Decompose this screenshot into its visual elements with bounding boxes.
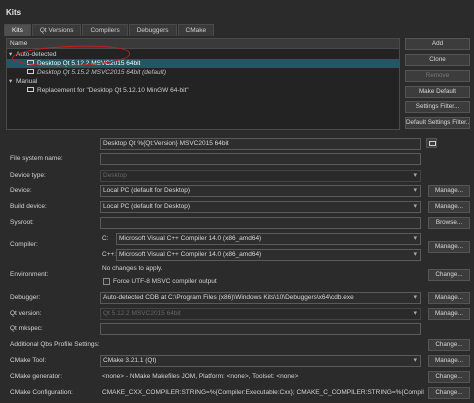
monitor-icon — [27, 68, 34, 74]
compiler-c-label: C: — [102, 235, 109, 242]
add-button[interactable]: Add — [405, 38, 470, 50]
cmake-tool-label: CMake Tool: — [10, 357, 47, 364]
tab-qt-versions[interactable]: Qt Versions — [31, 24, 82, 36]
build-device-combo[interactable]: Local PC (default for Desktop) — [100, 201, 421, 213]
kit-icon-button[interactable] — [426, 138, 437, 148]
kit-name-input[interactable]: Desktop Qt %{Qt:Version} MSVC2015 64bit — [100, 138, 421, 150]
cmake-generator-label: CMake generator: — [10, 373, 63, 380]
environment-change-button[interactable]: Change... — [428, 269, 470, 281]
build-device-manage-button[interactable]: Manage... — [428, 201, 470, 213]
tab-kits[interactable]: Kits — [4, 24, 31, 36]
qt-version-combo[interactable]: Qt 5.12.2 MSVC2015 64bit — [100, 308, 421, 320]
sysroot-input[interactable] — [100, 217, 421, 229]
tree-item-kit[interactable]: Replacement for "Desktop Qt 5.12.10 MinG… — [7, 86, 399, 95]
tree-item-label: Replacement for "Desktop Qt 5.12.10 MinG… — [37, 87, 189, 94]
window-title: Kits — [6, 8, 22, 17]
cmake-configuration-value: CMAKE_CXX_COMPILER:STRING=%{Compiler:Exe… — [102, 389, 424, 396]
clone-button[interactable]: Clone — [405, 54, 470, 66]
title-bar: Kits — [0, 0, 474, 24]
tab-compilers[interactable]: Compilers — [82, 24, 128, 36]
remove-button[interactable]: Remove — [405, 70, 470, 82]
additional-qbs-label: Additional Qbs Profile Settings: — [10, 341, 100, 348]
debugger-combo[interactable]: Auto-detected CDB at C:\Program Files (x… — [100, 292, 421, 304]
tab-debuggers[interactable]: Debuggers — [128, 24, 177, 36]
tree-item-label: Desktop Qt 5.15.2 MSVC2015 64bit (defaul… — [37, 69, 166, 76]
compiler-cpp-label: C++: — [102, 251, 117, 258]
monitor-icon — [27, 86, 34, 92]
cmake-generator-change-button[interactable]: Change... — [428, 371, 470, 383]
device-combo[interactable]: Local PC (default for Desktop) — [100, 185, 421, 197]
device-manage-button[interactable]: Manage... — [428, 185, 470, 197]
file-system-name-label: File system name: — [10, 155, 63, 162]
qbs-change-button[interactable]: Change... — [428, 339, 470, 351]
tree-group-manual[interactable]: ▾ Manual — [7, 77, 399, 86]
build-device-label: Build device: — [10, 203, 47, 210]
environment-status-text: No changes to apply. — [102, 265, 163, 272]
settings-filter-button[interactable]: Settings Filter... — [405, 101, 470, 113]
qt-mkspec-input[interactable] — [100, 323, 421, 335]
compiler-manage-button[interactable]: Manage... — [428, 241, 470, 253]
force-utf8-checkbox[interactable] — [103, 278, 110, 285]
compiler-c-combo[interactable]: Microsoft Visual C++ Compiler 14.0 (x86_… — [116, 233, 421, 245]
qt-mkspec-label: Qt mkspec: — [10, 325, 43, 332]
device-type-label: Device type: — [10, 172, 46, 179]
cmake-configuration-change-button[interactable]: Change... — [428, 387, 470, 399]
compiler-label: Compiler: — [10, 241, 38, 248]
tree-group-label: Manual — [16, 78, 38, 85]
cmake-configuration-label: CMake Configuration: — [10, 389, 73, 396]
qt-version-manage-button[interactable]: Manage... — [428, 308, 470, 320]
tree-item-kit[interactable]: Desktop Qt 5.15.2 MSVC2015 64bit (defaul… — [7, 68, 399, 77]
cmake-generator-value: <none> - NMake Makefiles JOM, Platform: … — [102, 373, 299, 380]
debugger-label: Debugger: — [10, 294, 41, 301]
force-utf8-label: Force UTF-8 MSVC compiler output — [113, 278, 217, 285]
device-label: Device: — [10, 187, 32, 194]
cmake-tool-manage-button[interactable]: Manage... — [428, 355, 470, 367]
expand-arrow-icon[interactable]: ▾ — [9, 77, 16, 86]
default-settings-filter-button[interactable]: Default Settings Filter... — [405, 117, 470, 129]
environment-label: Environment: — [10, 271, 49, 278]
tab-bar: Kits Qt Versions Compilers Debuggers CMa… — [4, 24, 215, 36]
cmake-tool-combo[interactable]: CMake 3.21.1 (Qt) — [100, 355, 421, 367]
file-system-name-input[interactable] — [100, 153, 421, 165]
compiler-cpp-combo[interactable]: Microsoft Visual C++ Compiler 14.0 (x86_… — [116, 249, 421, 261]
tab-cmake[interactable]: CMake — [177, 24, 215, 36]
sysroot-label: Sysroot: — [10, 219, 34, 226]
sysroot-browse-button[interactable]: Browse... — [428, 217, 470, 229]
debugger-manage-button[interactable]: Manage... — [428, 292, 470, 304]
device-type-combo[interactable]: Desktop — [100, 170, 421, 182]
make-default-button[interactable]: Make Default — [405, 86, 470, 98]
qt-version-label: Qt version: — [10, 310, 42, 317]
